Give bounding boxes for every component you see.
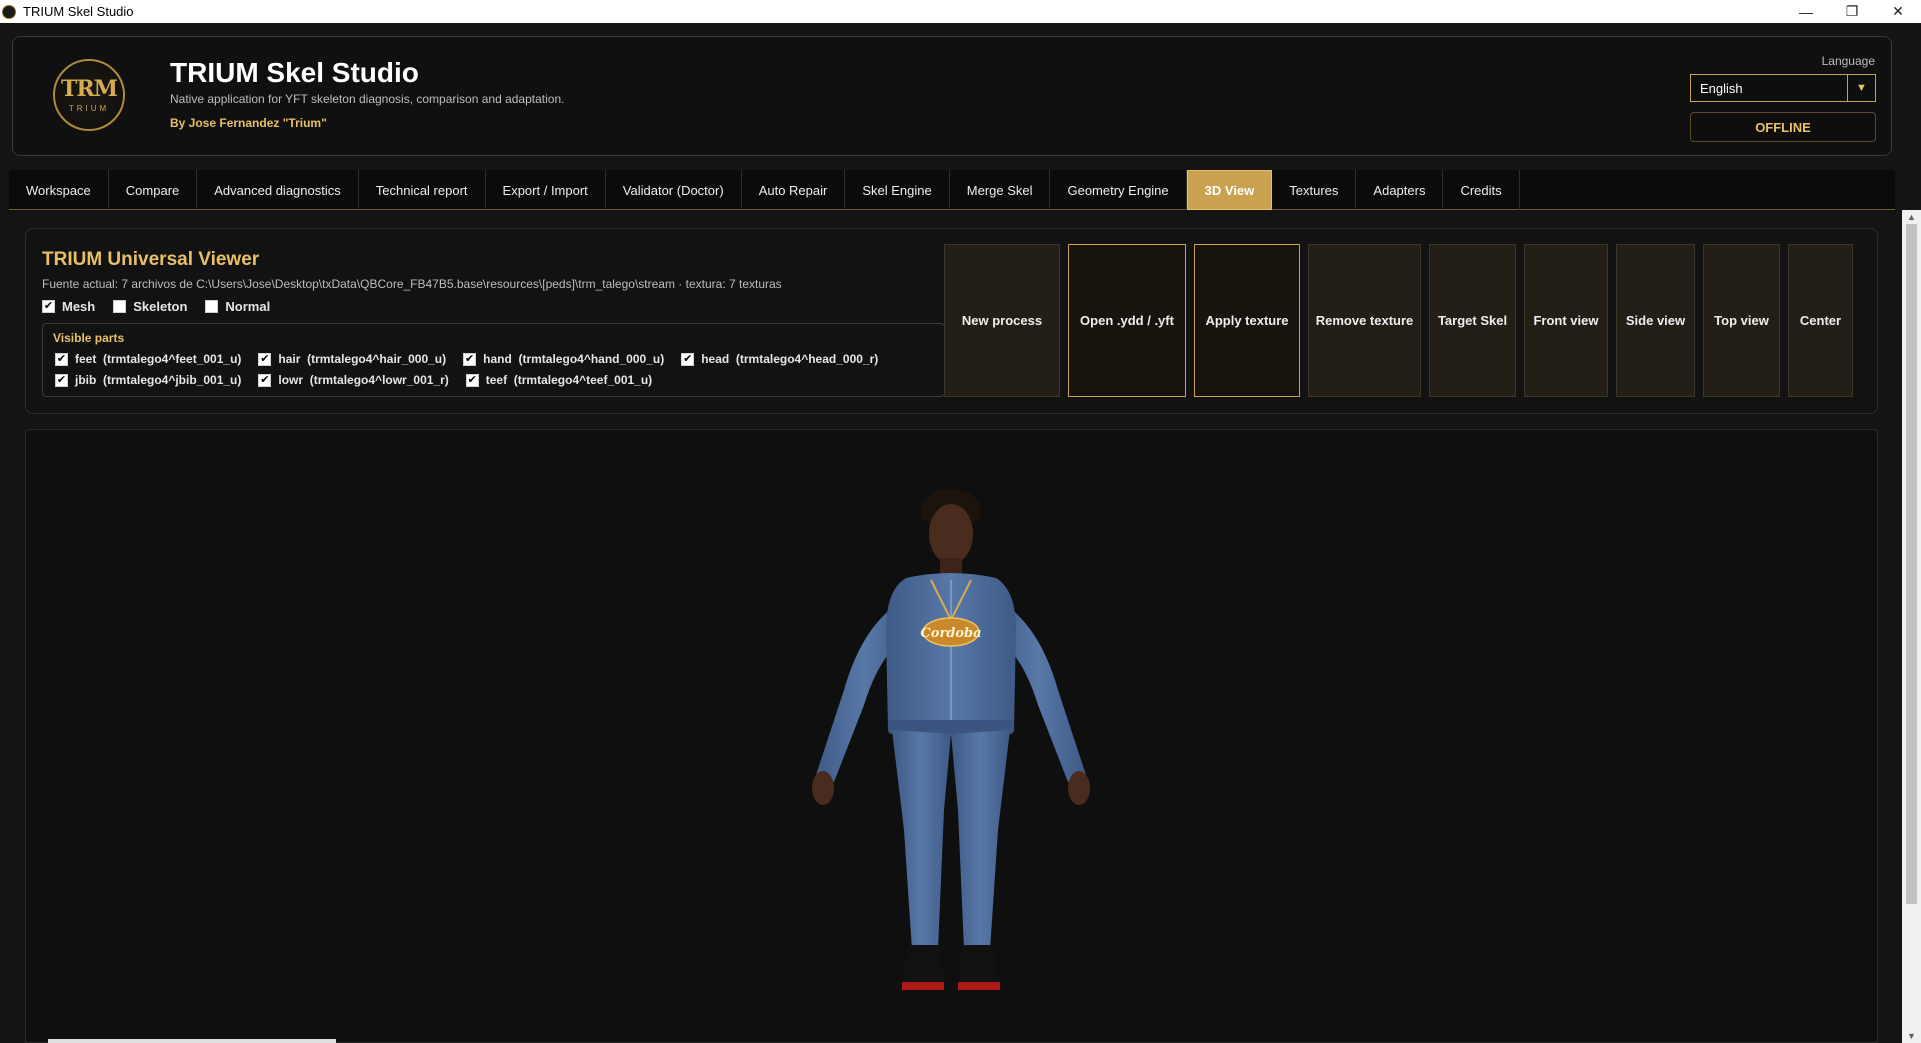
checkbox-checked-icon[interactable]: ✔	[258, 373, 272, 387]
logo-subtext: TRIUM	[68, 103, 110, 113]
trium-logo: TRM TRIUM	[53, 59, 125, 131]
logo-text: TRM	[60, 75, 118, 102]
checkbox-label: Normal	[225, 299, 271, 314]
tab-export-import[interactable]: Export / Import	[486, 170, 606, 210]
visible-parts-group: Visible parts ✔ feet (trmtalego4^feet_001…	[42, 323, 945, 397]
tab-technical-report[interactable]: Technical report	[359, 170, 486, 210]
top-view-button[interactable]: Top view	[1703, 244, 1780, 397]
visible-parts-row: ✔ feet (trmtalego4^feet_001_u) ✔ hair (trmt…	[55, 352, 878, 366]
checkbox-checked-icon[interactable]: ✔	[55, 373, 68, 387]
character-model: Cordoba	[812, 489, 1090, 990]
checkbox-lowr[interactable]: ✔ lowr (trmtalego4^lowr_001_r)	[258, 373, 449, 387]
app-header: TRM TRIUM TRIUM Skel Studio Native appli…	[12, 36, 1892, 156]
app-title: TRIUM Skel Studio	[170, 57, 419, 88]
language-label: Language	[1821, 54, 1875, 68]
vertical-scrollbar[interactable]: ▲ ▼	[1902, 210, 1921, 1043]
chevron-down-icon[interactable]: ▼	[1847, 75, 1875, 101]
model-left-leg	[892, 730, 951, 950]
checkbox-skeleton[interactable]: Skeleton	[113, 299, 187, 314]
model-right-hand	[1068, 771, 1090, 805]
window-title: TRIUM Skel Studio	[23, 4, 134, 19]
viewer-panel: TRIUM Universal Viewer Fuente actual: 7 …	[25, 228, 1878, 414]
remove-texture-button[interactable]: Remove texture	[1308, 244, 1421, 397]
restore-icon[interactable]: ❐	[1829, 0, 1875, 23]
side-view-button[interactable]: Side view	[1616, 244, 1695, 397]
tab-advanced-diagnostics[interactable]: Advanced diagnostics	[197, 170, 359, 210]
tab-merge-skel[interactable]: Merge Skel	[950, 170, 1051, 210]
model-left-hand	[812, 771, 834, 805]
pendant-text: Cordoba	[920, 626, 981, 641]
tab-geometry-engine[interactable]: Geometry Engine	[1050, 170, 1187, 210]
checkbox-label: hand (trmtalego4^hand_000_u)	[483, 352, 665, 366]
app-subtitle: Native application for YFT skeleton diag…	[170, 92, 565, 106]
checkbox-normal[interactable]: Normal	[205, 299, 270, 314]
tab-auto-repair[interactable]: Auto Repair	[742, 170, 846, 210]
viewer-title: TRIUM Universal Viewer	[42, 249, 260, 270]
checkbox-teef[interactable]: ✔ teef (trmtalego4^teef_001_u)	[465, 373, 653, 387]
apply-texture-button[interactable]: Apply texture	[1194, 244, 1300, 397]
checkbox-hand[interactable]: ✔ hand (trmtalego4^hand_000_u)	[463, 352, 664, 366]
tab-credits[interactable]: Credits	[1443, 170, 1520, 210]
tab-workspace[interactable]: Workspace	[9, 170, 109, 210]
app-author: By Jose Fernandez "Trium"	[170, 116, 327, 130]
language-select[interactable]: English ▼	[1690, 74, 1876, 102]
checkbox-label: head (trmtalego4^head_000_r)	[701, 352, 879, 366]
checkbox-label: Skeleton	[133, 299, 188, 314]
checkbox-checked-icon[interactable]: ✔	[465, 373, 479, 387]
main-tabs: Workspace Compare Advanced diagnostics Tech…	[9, 170, 1895, 210]
model-right-leg	[951, 730, 1010, 950]
viewer-source: Fuente actual: 7 archivos de C:\Users\Jo…	[42, 277, 782, 291]
open-ydd-yft-button[interactable]: Open .ydd / .yft	[1068, 244, 1186, 397]
checkbox-checked-icon[interactable]: ✔	[55, 352, 68, 366]
close-icon[interactable]: ✕	[1875, 0, 1921, 23]
horizontal-scrollbar-thumb[interactable]	[48, 1039, 336, 1043]
checkbox-checked-icon[interactable]: ✔	[681, 352, 695, 366]
tab-compare[interactable]: Compare	[109, 170, 198, 210]
tab-skel-engine[interactable]: Skel Engine	[845, 170, 950, 210]
tab-3d-view[interactable]: 3D View	[1186, 170, 1273, 210]
checkbox-mesh[interactable]: ✔ Mesh	[42, 299, 95, 314]
minimize-icon[interactable]: —	[1783, 0, 1829, 23]
viewer-toggles: ✔ Mesh Skeleton Normal	[42, 299, 270, 314]
checkbox-feet[interactable]: ✔ feet (trmtalego4^feet_001_u)	[55, 352, 241, 366]
scroll-up-icon[interactable]: ▲	[1902, 210, 1921, 224]
checkbox-label: teef (trmtalego4^teef_001_u)	[485, 373, 653, 387]
checkbox-checked-icon[interactable]: ✔	[258, 352, 272, 366]
viewer-actions: New process Open .ydd / .yft Apply texture…	[944, 244, 1853, 397]
window-controls: — ❐ ✕	[1783, 0, 1921, 23]
checkbox-label: Mesh	[62, 299, 96, 314]
scroll-down-icon[interactable]: ▼	[1902, 1029, 1921, 1043]
visible-parts-row: ✔ jbib (trmtalego4^jbib_001_u) ✔ lowr (trmt…	[55, 373, 652, 387]
checkbox-label: lowr (trmtalego4^lowr_001_r)	[278, 373, 449, 387]
checkbox-jbib[interactable]: ✔ jbib (trmtalego4^jbib_001_u)	[55, 373, 241, 387]
visible-parts-title: Visible parts	[53, 331, 125, 345]
tab-textures[interactable]: Textures	[1272, 170, 1357, 210]
window-titlebar: TRIUM Skel Studio — ❐ ✕	[0, 0, 1921, 23]
checkbox-checked-icon[interactable]: ✔	[42, 300, 55, 313]
checkbox-hair[interactable]: ✔ hair (trmtalego4^hair_000_u)	[258, 352, 446, 366]
target-skel-button[interactable]: Target Skel	[1429, 244, 1516, 397]
3d-viewport[interactable]: Cordoba	[25, 429, 1878, 1043]
app-icon	[2, 4, 16, 19]
language-value: English	[1700, 80, 1743, 96]
checkbox-unchecked-icon[interactable]	[113, 300, 127, 313]
center-button[interactable]: Center	[1788, 244, 1853, 397]
checkbox-checked-icon[interactable]: ✔	[463, 352, 477, 366]
checkbox-head[interactable]: ✔ head (trmtalego4^head_000_r)	[681, 352, 878, 366]
checkbox-unchecked-icon[interactable]	[205, 300, 219, 313]
tab-validator-doctor[interactable]: Validator (Doctor)	[606, 170, 742, 210]
checkbox-label: feet (trmtalego4^feet_001_u)	[75, 352, 242, 366]
checkbox-label: jbib (trmtalego4^jbib_001_u)	[75, 373, 242, 387]
tab-adapters[interactable]: Adapters	[1356, 170, 1444, 210]
scrollbar-thumb[interactable]	[1906, 224, 1917, 904]
model-head	[929, 504, 973, 564]
checkbox-label: hair (trmtalego4^hair_000_u)	[278, 352, 447, 366]
new-process-button[interactable]: New process	[944, 244, 1060, 397]
front-view-button[interactable]: Front view	[1524, 244, 1608, 397]
status-button[interactable]: OFFLINE	[1690, 112, 1876, 142]
